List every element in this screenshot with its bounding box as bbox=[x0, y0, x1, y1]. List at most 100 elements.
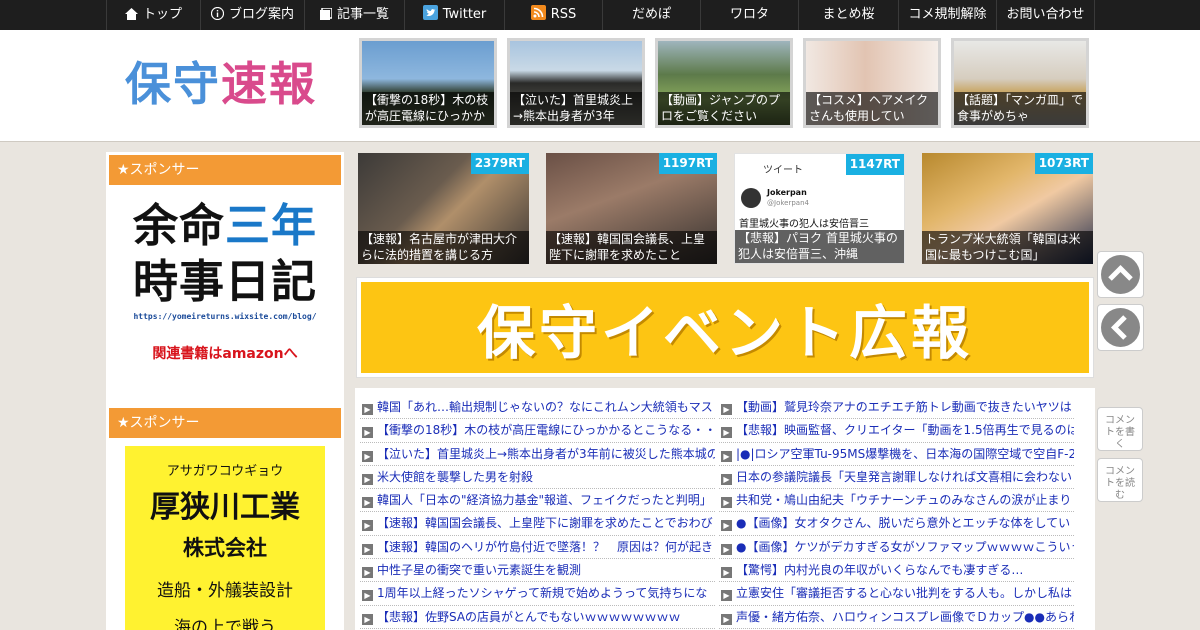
link-text: 【速報】韓国国会議長、上皇陛下に謝罪を求めたことでおわび bbox=[377, 516, 713, 531]
nav-item-blog-guide[interactable]: ブログ案内 bbox=[200, 0, 304, 30]
link-column-right: ▶ 【動画】鷲見玲奈アナのエチエチ筋トレ動画で抜きたいヤツは ▶ 【悲報】映画監督、ク… bbox=[719, 396, 1074, 629]
sidebar: ★スポンサー 余命三年 時事日記 https://yomeireturns.wi… bbox=[106, 152, 344, 630]
link-text: 日本の参議院議長「天皇発言謝罪しなければ文喜相に会わない bbox=[736, 469, 1073, 484]
ad2-corp: 株式会社 bbox=[183, 536, 267, 560]
header-thumb-3[interactable]: 【動画】ジャンプのプロをご覧ください bbox=[655, 38, 793, 128]
link-item[interactable]: ▶ 【速報】韓国国会議長、上皇陛下に謝罪を求めたことでおわび bbox=[360, 512, 715, 536]
rt-card-3[interactable]: ツイート Jokerpan @Jokerpan4 首里城火事の犯人は安倍晋三 1… bbox=[734, 153, 905, 264]
arrow-icon: ▶ bbox=[721, 427, 732, 439]
link-item[interactable]: ▶ 【驚愕】内村光良の年収がいくらなんでも凄すぎる… bbox=[719, 559, 1074, 583]
link-item[interactable]: ▶ 声優・緒方佑奈、ハロウィンコスプレ画像でＤカップ●●あらわ bbox=[719, 606, 1074, 629]
link-item[interactable]: ▶ 中性子星の衝突で重い元素誕生を観測 bbox=[360, 559, 715, 583]
link-item[interactable]: ▶ 【悲報】映画監督、クリエイター「動画を1.5倍再生で見るのは bbox=[719, 419, 1074, 443]
nav-label: コメ規制解除 bbox=[908, 7, 987, 22]
comment-read-button[interactable]: コメントを読む bbox=[1097, 458, 1143, 502]
arrow-icon: ▶ bbox=[721, 473, 732, 485]
link-item[interactable]: ▶ 【悲報】佐野SAの店員がとんでもないｗｗｗｗｗｗｗｗ bbox=[360, 606, 715, 629]
header-thumb-5[interactable]: 【話題】「マンガ皿」で食事がめちゃ bbox=[951, 38, 1089, 128]
card-caption: 【速報】韓国国会議長、上皇陛下に謝罪を求めたこと bbox=[546, 231, 717, 264]
link-item[interactable]: ▶ 韓国人「日本の"経済協力基金"報道、フェイクだったと判明」 bbox=[360, 489, 715, 513]
nav-item-damepo[interactable]: だめぽ bbox=[602, 0, 700, 30]
link-item[interactable]: ▶ |●|ロシア空軍Tu-95MS爆撃機を、日本海の国際空域で空自F-2戦 bbox=[719, 443, 1074, 466]
ad2-more: 海の上で戦う bbox=[174, 618, 276, 630]
nav-label: Twitter bbox=[442, 7, 487, 22]
yomei-ad[interactable]: 余命三年 時事日記 https://yomeireturns.wixsite.c… bbox=[109, 192, 341, 392]
link-item[interactable]: ▶ 米大使館を襲撃した男を射殺 bbox=[360, 466, 715, 490]
avatar bbox=[741, 188, 761, 208]
ad2-kana: アサガワコウギョウ bbox=[166, 464, 284, 479]
link-text: ●【画像】女オタクさん、脱いだら意外とエッチな体をしてい bbox=[736, 516, 1071, 531]
ad-title-a: 余命 bbox=[132, 199, 225, 252]
thumb-caption: 【コスメ】ヘアメイクさんも使用してい bbox=[806, 92, 938, 125]
event-banner-title: 保守イベント広報 bbox=[476, 298, 973, 367]
rt-card-1[interactable]: 2379RT 【速報】名古屋市が津田大介らに法的措置を講じる方 bbox=[358, 153, 529, 264]
back-button[interactable] bbox=[1097, 304, 1144, 351]
nav-item-top[interactable]: トップ bbox=[106, 0, 200, 30]
ad2-service: 造船・外艤装設計 bbox=[157, 581, 293, 601]
link-item[interactable]: ▶ 韓国「あれ…輸出規制じゃないの？なにこれムン大統領もマス bbox=[360, 396, 715, 420]
nav-item-comment-unblock[interactable]: コメ規制解除 bbox=[898, 0, 996, 30]
rss-icon bbox=[530, 2, 546, 32]
link-item[interactable]: ▶ 共和党・鳩山由紀夫「ウチナーンチュのみなさんの涙が止まり bbox=[719, 489, 1074, 513]
rt-badge: 1197RT bbox=[658, 153, 717, 174]
link-item[interactable]: ▶ 【速報】韓国のヘリが竹島付近で墜落！？ 原因は？何が起き bbox=[360, 536, 715, 560]
arrow-icon: ▶ bbox=[721, 590, 732, 602]
link-text: 韓国「あれ…輸出規制じゃないの？なにこれムン大統領もマス bbox=[377, 400, 713, 414]
link-text: 【悲報】映画監督、クリエイター「動画を1.5倍再生で見るのは bbox=[736, 423, 1074, 438]
arrow-icon: ▶ bbox=[362, 590, 373, 602]
chevron-left-icon bbox=[1101, 308, 1140, 347]
chevron-up-icon bbox=[1101, 255, 1140, 294]
tweet-header: ツイート bbox=[763, 165, 803, 176]
link-item[interactable]: ▶ 【動画】鷲見玲奈アナのエチエチ筋トレ動画で抜きたいヤツは bbox=[719, 396, 1074, 420]
nav-item-contact[interactable]: お問い合わせ bbox=[996, 0, 1095, 30]
link-text: 【速報】韓国のヘリが竹島付近で墜落！？ 原因は？何が起き bbox=[377, 539, 714, 554]
sponsor-heading: ★スポンサー bbox=[109, 155, 341, 185]
link-item[interactable]: ▶ ●【画像】ケツがデカすぎる女がソファマップｗｗｗｗこういうの bbox=[719, 536, 1074, 560]
arrow-icon: ▶ bbox=[721, 520, 732, 532]
link-item[interactable]: ▶ 1周年以上経ったソシャゲって新規で始めようって気持ちにな bbox=[360, 582, 715, 606]
arrow-icon: ▶ bbox=[362, 613, 373, 625]
arrow-icon: ▶ bbox=[362, 473, 373, 485]
arrow-icon: ▶ bbox=[362, 543, 373, 555]
nav-item-rss[interactable]: RSS bbox=[504, 0, 602, 30]
top-nav: トップ ブログ案内 記事一覧 Twitter RSS だめぽ ワロタ まとめ桜 … bbox=[0, 0, 1200, 30]
link-item[interactable]: ▶ 立憲安住「審議拒否すると心ない批判をする人も。しかし私は bbox=[719, 582, 1074, 606]
link-text: ●【画像】ケツがデカすぎる女がソファマップｗｗｗｗこういうの bbox=[736, 539, 1074, 554]
header-thumb-2[interactable]: 【泣いた】首里城炎上→熊本出身者が3年 bbox=[507, 38, 645, 128]
comment-read-label: コメントを読む bbox=[1105, 466, 1135, 501]
nav-label: だめぽ bbox=[631, 7, 671, 22]
link-item[interactable]: ▶ 【衝撃の18秒】木の枝が高圧電線にひっかかるとこうなる・・ bbox=[360, 419, 715, 443]
thumb-caption: 【衝撃の18秒】木の枝が高圧電線にひっかかるとこうなる bbox=[362, 92, 494, 125]
comment-write-label: コメントを書く bbox=[1105, 415, 1135, 450]
nav-item-article-list[interactable]: 記事一覧 bbox=[304, 0, 404, 30]
arrow-icon: ▶ bbox=[721, 450, 732, 462]
nav-label: RSS bbox=[550, 7, 577, 22]
link-item[interactable]: ▶ 【泣いた】首里城炎上→熊本出身者が3年前に被災した熊本城の bbox=[360, 443, 715, 466]
comment-write-button[interactable]: コメントを書く bbox=[1097, 407, 1143, 451]
asagawa-ad[interactable]: アサガワコウギョウ 厚狭川工業 株式会社 造船・外艤装設計 海の上で戦う bbox=[125, 446, 325, 630]
site-logo[interactable]: 保守速報 bbox=[125, 56, 317, 112]
header-thumb-1[interactable]: 【衝撃の18秒】木の枝が高圧電線にひっかかるとこうなる bbox=[359, 38, 497, 128]
link-item[interactable]: ▶ ●【画像】女オタクさん、脱いだら意外とエッチな体をしてい bbox=[719, 512, 1074, 536]
logo-text: 保守速報 bbox=[125, 57, 317, 111]
nav-item-twitter[interactable]: Twitter bbox=[404, 0, 504, 30]
ad-cta: 関連書籍はamazonへ bbox=[152, 346, 298, 362]
nav-item-matome-sakura[interactable]: まとめ桜 bbox=[798, 0, 898, 30]
nav-item-warota[interactable]: ワロタ bbox=[700, 0, 798, 30]
arrow-icon: ▶ bbox=[362, 497, 373, 509]
arrow-icon: ▶ bbox=[721, 567, 732, 579]
link-item[interactable]: ▶ 日本の参議院議長「天皇発言謝罪しなければ文喜相に会わない bbox=[719, 466, 1074, 490]
tweet-handle: @Jokerpan4 bbox=[767, 199, 809, 207]
link-text: 共和党・鳩山由紀夫「ウチナーンチュのみなさんの涙が止まり bbox=[736, 493, 1072, 508]
header-thumb-4[interactable]: 【コスメ】ヘアメイクさんも使用してい bbox=[803, 38, 941, 128]
rt-card-4[interactable]: 1073RT トランプ米大統領「韓国は米国に最もつけこむ国」 bbox=[922, 153, 1093, 264]
card-caption: トランプ米大統領「韓国は米国に最もつけこむ国」 bbox=[922, 231, 1093, 264]
nav-label: まとめ桜 bbox=[822, 7, 875, 22]
link-text: 【動画】鷲見玲奈アナのエチエチ筋トレ動画で抜きたいヤツは bbox=[736, 400, 1072, 414]
nav-label: お問い合わせ bbox=[1006, 7, 1085, 22]
logo-part: 速報 bbox=[221, 57, 317, 111]
rt-card-2[interactable]: 1197RT 【速報】韓国国会議長、上皇陛下に謝罪を求めたこと bbox=[546, 153, 717, 264]
event-banner[interactable]: 保守イベント広報 bbox=[356, 277, 1094, 378]
scroll-top-button[interactable] bbox=[1097, 251, 1144, 298]
article-links: ▶ 韓国「あれ…輸出規制じゃないの？なにこれムン大統領もマス ▶ 【衝撃の18秒】木の… bbox=[355, 388, 1095, 630]
